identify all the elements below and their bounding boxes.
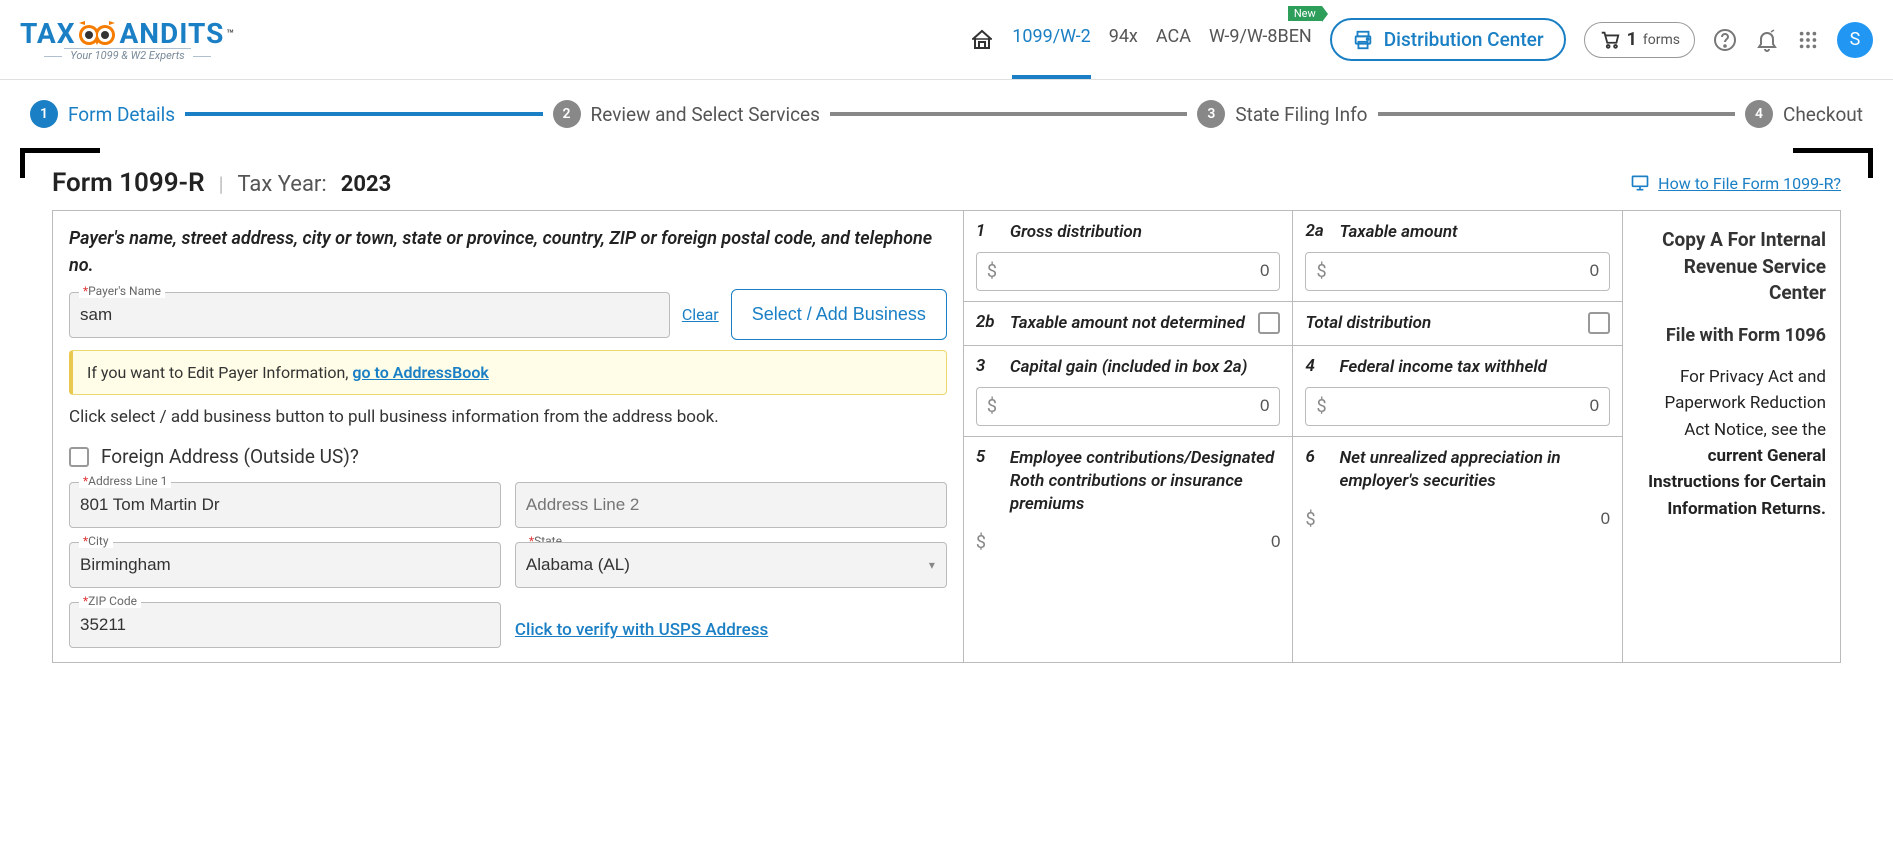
apps-icon[interactable] — [1797, 29, 1819, 51]
dollar-icon: $ — [976, 532, 986, 553]
cart-icon — [1599, 29, 1621, 51]
distribution-center-button[interactable]: Distribution Center — [1330, 18, 1566, 61]
nav-w9-w8ben[interactable]: W-9/W-8BEN New — [1209, 26, 1312, 53]
tax-year: 2023 — [341, 172, 392, 197]
avatar[interactable]: S — [1837, 22, 1873, 58]
box-4-input[interactable]: $ — [1305, 387, 1610, 426]
progress-steps: 1 Form Details 2 Review and Select Servi… — [0, 80, 1893, 148]
help-icon[interactable] — [1713, 28, 1737, 52]
select-add-business-button[interactable]: Select / Add Business — [731, 289, 947, 340]
nav-94x[interactable]: 94x — [1109, 26, 1138, 53]
box-6-input[interactable]: $ — [1305, 501, 1610, 530]
foreign-address-checkbox[interactable] — [69, 447, 89, 467]
owl-icon — [77, 21, 117, 47]
nav-1099-w2[interactable]: 1099/W-2 — [1012, 26, 1090, 53]
step-state-filing[interactable]: 3 State Filing Info — [1197, 100, 1367, 128]
box-2b-checkbox[interactable] — [1258, 312, 1280, 334]
state-select[interactable] — [515, 542, 947, 588]
nav-aca[interactable]: ACA — [1156, 26, 1191, 53]
zip-input[interactable] — [69, 602, 501, 648]
presentation-icon — [1630, 173, 1650, 193]
home-icon[interactable] — [970, 28, 994, 52]
logo[interactable]: TAX ANDITS ™ Your 1099 & W2 Experts — [20, 17, 235, 62]
cart-button[interactable]: 1 forms — [1584, 22, 1695, 58]
address-line-1-input[interactable] — [69, 482, 501, 528]
info-banner: If you want to Edit Payer Information, g… — [69, 350, 947, 395]
city-input[interactable] — [69, 542, 501, 588]
verify-usps-link[interactable]: Click to verify with USPS Address — [515, 602, 947, 648]
step-checkout[interactable]: 4 Checkout — [1745, 100, 1863, 128]
dollar-icon: $ — [1316, 261, 1326, 282]
box-1-input[interactable]: $ — [976, 252, 1281, 291]
printer-icon — [1352, 29, 1374, 51]
box-2a-input[interactable]: $ — [1305, 252, 1610, 291]
dollar-icon: $ — [1305, 509, 1315, 530]
box-col-left: 1 Gross distribution $ 2b Taxable amount… — [964, 211, 1294, 662]
new-badge: New — [1288, 6, 1322, 21]
payer-name-input[interactable] — [69, 292, 670, 338]
step-review[interactable]: 2 Review and Select Services — [553, 100, 820, 128]
dollar-icon: $ — [987, 261, 997, 282]
box-3-input[interactable]: $ — [976, 387, 1281, 426]
box-5-input[interactable]: $ — [976, 524, 1281, 553]
address-line-2-input[interactable] — [515, 482, 947, 528]
dollar-icon: $ — [1316, 396, 1326, 417]
box-col-right: 2a Taxable amount $ Total distribution — [1293, 211, 1623, 662]
payer-section: Payer's name, street address, city or to… — [53, 211, 964, 662]
total-dist-checkbox[interactable] — [1588, 312, 1610, 334]
clear-button[interactable]: Clear — [682, 305, 719, 324]
dollar-icon: $ — [987, 396, 997, 417]
copy-a-section: Copy A For Internal Revenue Service Cent… — [1623, 211, 1840, 662]
step-form-details[interactable]: 1 Form Details — [30, 100, 175, 128]
bell-icon[interactable] — [1755, 28, 1779, 52]
addressbook-link[interactable]: go to AddressBook — [352, 363, 488, 382]
